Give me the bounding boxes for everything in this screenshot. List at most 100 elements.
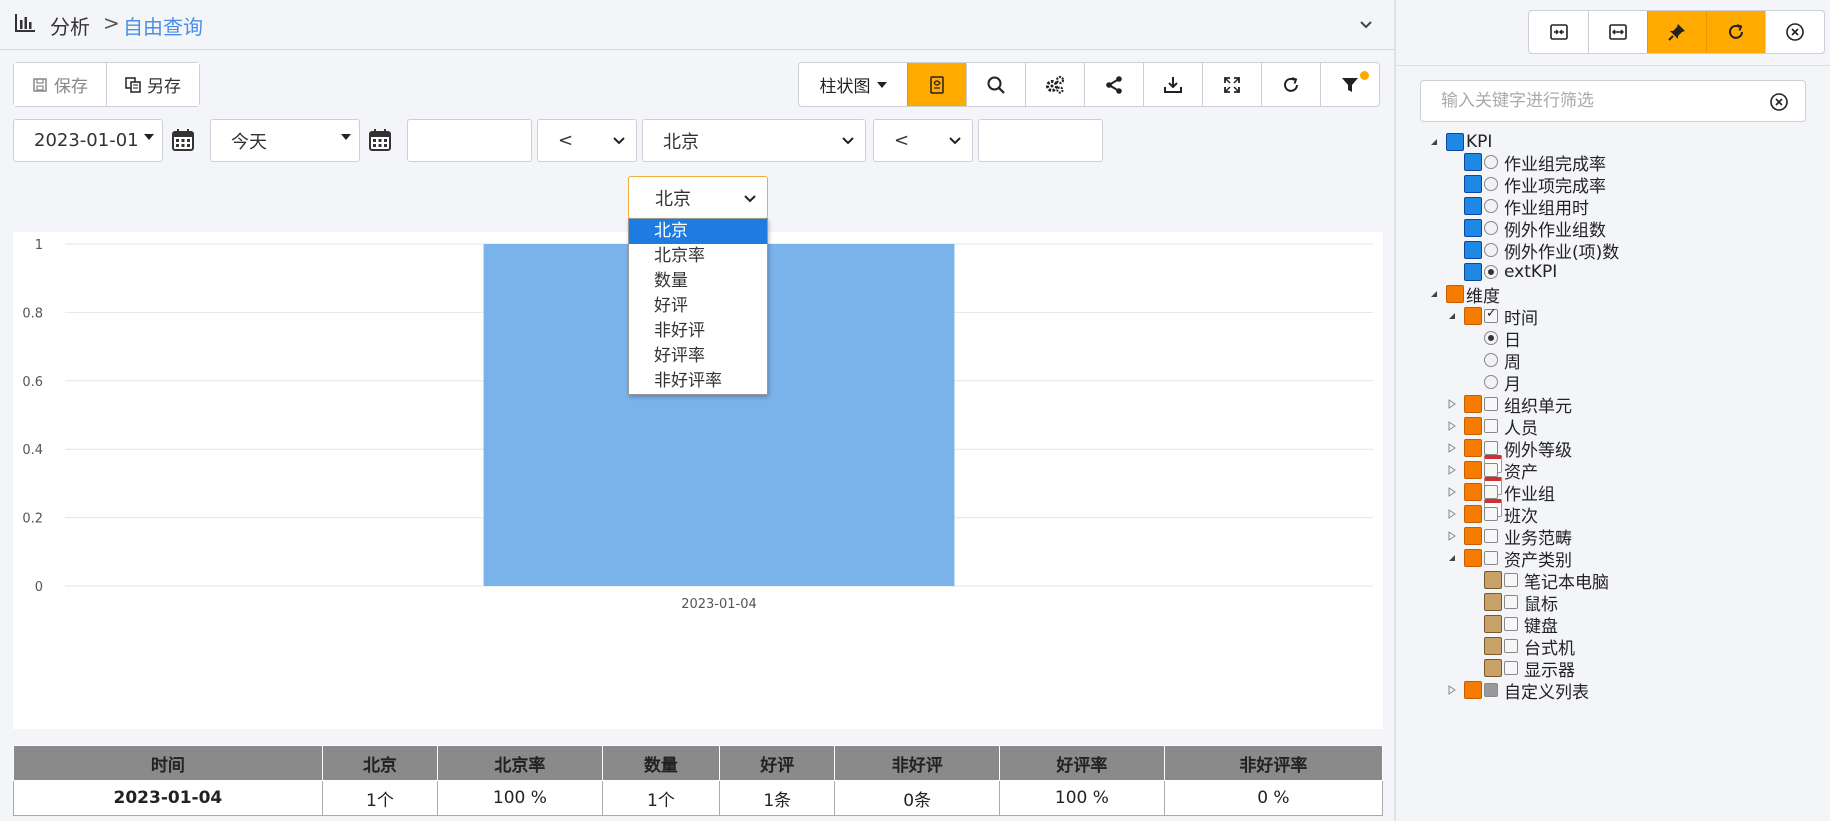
- share-button[interactable]: [1084, 63, 1143, 106]
- checkbox[interactable]: [1504, 595, 1518, 609]
- radio[interactable]: [1484, 199, 1498, 213]
- settings-button[interactable]: [1025, 63, 1084, 106]
- pin-button[interactable]: [1647, 11, 1706, 53]
- measure-option[interactable]: 好评率: [629, 344, 767, 369]
- tree-node-time[interactable]: 时间: [1446, 305, 1538, 329]
- breadcrumb-current[interactable]: 自由查询: [123, 11, 203, 40]
- calendar-icon[interactable]: [368, 128, 392, 152]
- clear-circle-icon[interactable]: [1769, 92, 1789, 112]
- checkbox-disabled[interactable]: [1484, 683, 1498, 697]
- measure-option[interactable]: 好评: [629, 294, 767, 319]
- collapsed-triangle-icon[interactable]: [1446, 486, 1458, 498]
- collapsed-triangle-icon[interactable]: [1446, 442, 1458, 454]
- tree-node-time-week[interactable]: 周: [1484, 349, 1521, 495]
- checkbox[interactable]: [1484, 397, 1498, 411]
- column-header[interactable]: 非好评率: [1163, 745, 1384, 781]
- tree-node-dimension[interactable]: 资产: [1446, 459, 1538, 483]
- checkbox[interactable]: [1484, 529, 1498, 543]
- radio[interactable]: [1484, 375, 1498, 389]
- download-button[interactable]: [1143, 63, 1202, 106]
- collapsed-triangle-icon[interactable]: [1446, 530, 1458, 542]
- tree-search-input[interactable]: [1441, 81, 1761, 121]
- column-header[interactable]: 好评率: [999, 745, 1165, 781]
- tree-node-kpi-item[interactable]: 例外作业(项)数: [1464, 239, 1619, 263]
- measure-option[interactable]: 非好评率: [629, 369, 767, 394]
- radio[interactable]: [1484, 353, 1498, 367]
- chart-type-dropdown[interactable]: 柱状图: [799, 63, 907, 106]
- measure-option[interactable]: 北京: [629, 219, 767, 244]
- panel-close-button[interactable]: [1765, 11, 1824, 53]
- tree-node-dimension[interactable]: 班次: [1446, 503, 1538, 527]
- checkbox[interactable]: [1484, 419, 1498, 433]
- save-button[interactable]: 保存: [14, 63, 106, 106]
- checkbox[interactable]: [1504, 639, 1518, 653]
- radio-selected[interactable]: [1484, 265, 1498, 279]
- operator-select-1[interactable]: <: [537, 119, 637, 162]
- tree-node-asset[interactable]: 键盘: [1484, 613, 1558, 637]
- tree-node-dimension[interactable]: 业务范畴: [1446, 525, 1572, 549]
- start-date-select[interactable]: 2023-01-01: [13, 119, 163, 162]
- panel-refresh-button[interactable]: [1706, 11, 1765, 53]
- collapsed-triangle-icon[interactable]: [1446, 398, 1458, 410]
- tree-node-asset[interactable]: 鼠标: [1484, 591, 1558, 615]
- tree-node-asset[interactable]: 显示器: [1484, 657, 1575, 681]
- checkbox[interactable]: [1504, 661, 1518, 675]
- checkbox[interactable]: [1484, 485, 1498, 499]
- breadcrumb-parent[interactable]: 分析: [50, 11, 90, 40]
- tree-node-kpi-item[interactable]: extKPI: [1464, 261, 1557, 283]
- collapsed-triangle-icon[interactable]: [1446, 684, 1458, 696]
- tree-node-custom-list[interactable]: 自定义列表: [1446, 679, 1589, 703]
- tree-node-kpi-item[interactable]: 例外作业组数: [1464, 217, 1606, 241]
- expanded-triangle-icon[interactable]: [1428, 136, 1440, 148]
- collapse-chevron-icon[interactable]: [1356, 14, 1376, 34]
- zoom-button[interactable]: [966, 63, 1025, 106]
- tree-node-asset[interactable]: 笔记本电脑: [1484, 569, 1609, 593]
- fullscreen-button[interactable]: [1202, 63, 1261, 106]
- tree-node-dimension[interactable]: 例外等级: [1446, 437, 1572, 461]
- column-header[interactable]: 数量: [601, 745, 721, 781]
- column-header[interactable]: 北京: [321, 745, 439, 781]
- tree-node-asset[interactable]: 台式机: [1484, 635, 1575, 659]
- radio[interactable]: [1484, 155, 1498, 169]
- checkbox[interactable]: [1484, 551, 1498, 565]
- tree-node-asset-type[interactable]: 资产类别: [1446, 547, 1572, 571]
- value-input-2[interactable]: [978, 119, 1103, 162]
- collapsed-triangle-icon[interactable]: [1446, 420, 1458, 432]
- measure-option[interactable]: 数量: [629, 269, 767, 294]
- radio[interactable]: [1484, 177, 1498, 191]
- calendar-icon[interactable]: [171, 128, 195, 152]
- collapse-width-button[interactable]: [1529, 11, 1588, 53]
- measure-select[interactable]: 北京: [628, 176, 768, 219]
- checkbox[interactable]: [1504, 573, 1518, 587]
- radio[interactable]: [1484, 221, 1498, 235]
- collapsed-triangle-icon[interactable]: [1446, 508, 1458, 520]
- end-date-select[interactable]: 今天: [210, 119, 360, 162]
- measure-option[interactable]: 非好评: [629, 319, 767, 344]
- tree-node-dimension[interactable]: 人员: [1446, 415, 1538, 439]
- expand-width-button[interactable]: [1588, 11, 1647, 53]
- filter-button[interactable]: [1320, 63, 1379, 106]
- tree-node-dimensions[interactable]: 维度: [1428, 283, 1500, 307]
- column-header[interactable]: 时间: [13, 745, 323, 781]
- expanded-triangle-icon[interactable]: [1446, 310, 1458, 322]
- radio-selected[interactable]: [1484, 331, 1498, 345]
- data-view-button[interactable]: [907, 63, 966, 106]
- tree-node-kpi-item[interactable]: 作业项完成率: [1464, 173, 1606, 197]
- checkbox[interactable]: [1484, 441, 1498, 455]
- column-header[interactable]: 非好评: [834, 745, 1001, 781]
- field-select[interactable]: 北京: [642, 119, 866, 162]
- checkbox[interactable]: [1484, 507, 1498, 521]
- save-as-button[interactable]: 另存: [106, 63, 199, 106]
- tree-node-dimension[interactable]: 组织单元: [1446, 393, 1572, 417]
- tree-node-kpi[interactable]: KPI: [1428, 131, 1492, 153]
- panel-divider[interactable]: [1394, 0, 1396, 821]
- tree-node-time-month[interactable]: 月: [1484, 371, 1521, 517]
- refresh-button[interactable]: [1261, 63, 1320, 106]
- expanded-triangle-icon[interactable]: [1446, 552, 1458, 564]
- tree-node-kpi-item[interactable]: 作业组完成率: [1464, 151, 1606, 175]
- tree-node-kpi-item[interactable]: 作业组用时: [1464, 195, 1589, 219]
- tree-node-time-day[interactable]: 日: [1484, 327, 1521, 473]
- collapsed-triangle-icon[interactable]: [1446, 464, 1458, 476]
- operator-select-2[interactable]: <: [873, 119, 973, 162]
- column-header[interactable]: 好评: [719, 745, 836, 781]
